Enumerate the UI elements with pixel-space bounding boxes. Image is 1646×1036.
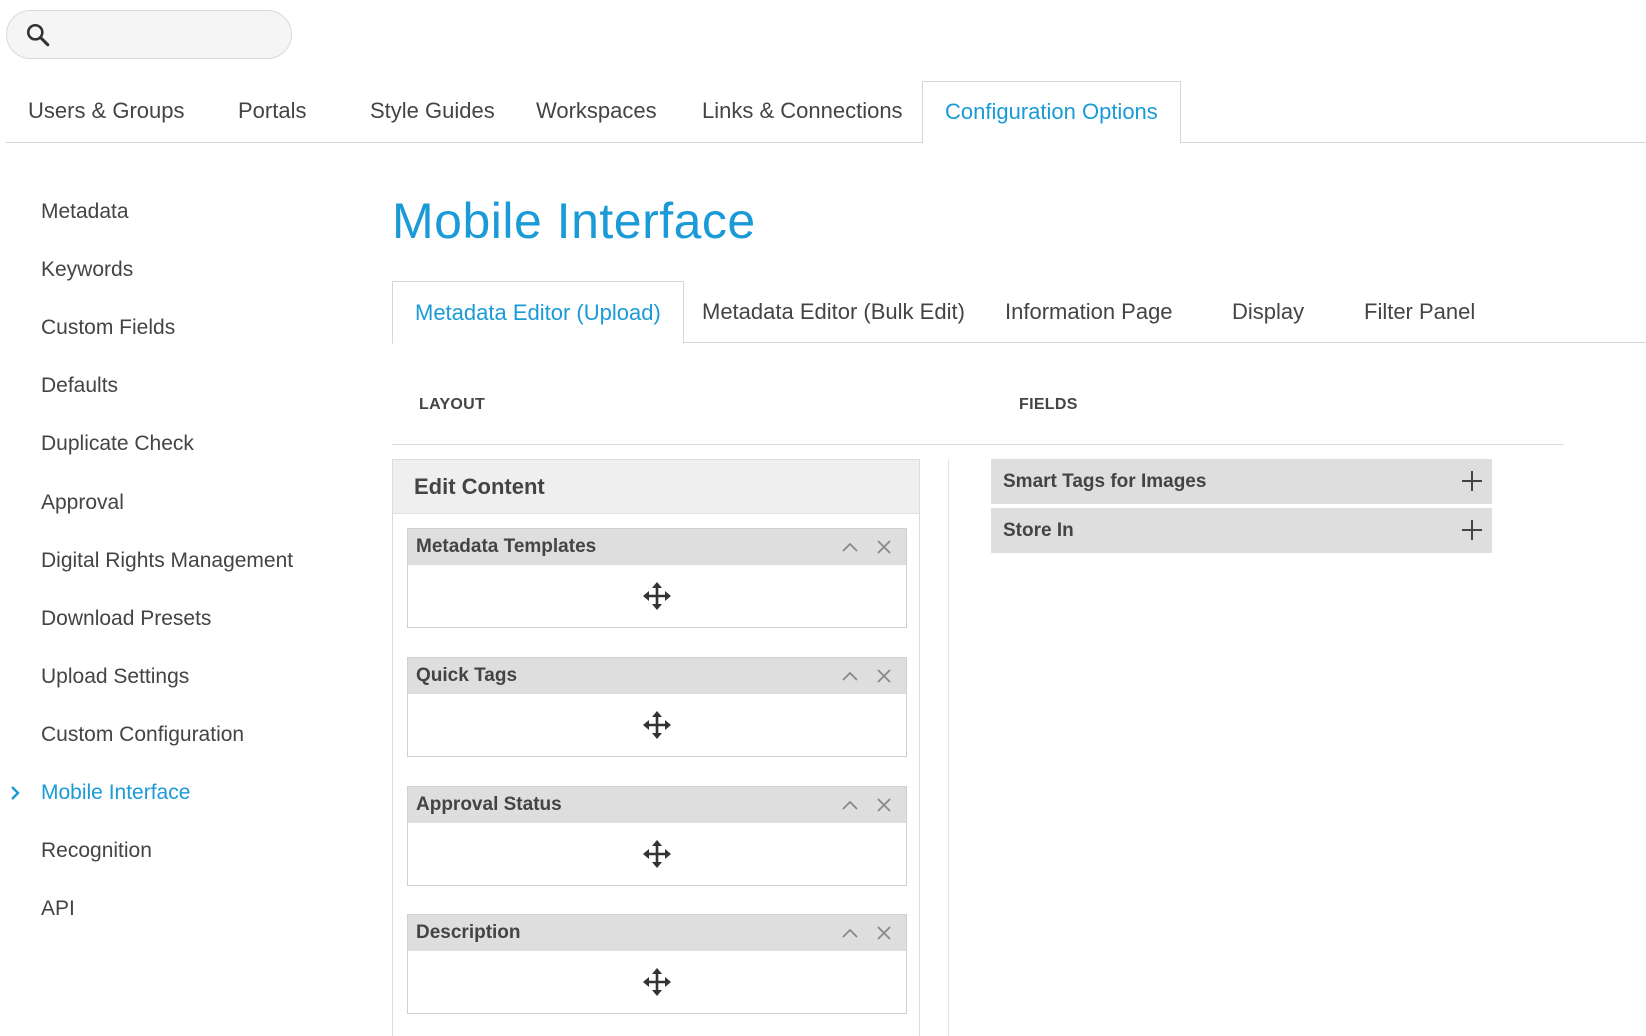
field-label: Store In xyxy=(1003,520,1074,541)
sidebar-item-keywords[interactable]: Keywords xyxy=(41,254,133,286)
chevron-up-icon[interactable] xyxy=(840,537,860,557)
layout-card[interactable]: Approval Status xyxy=(407,786,907,886)
sidebar-item-upload-settings[interactable]: Upload Settings xyxy=(41,661,189,693)
field-item-smart-tags[interactable]: Smart Tags for Images xyxy=(991,459,1492,504)
tab-workspaces[interactable]: Workspaces xyxy=(536,81,657,143)
close-icon[interactable] xyxy=(874,537,894,557)
layout-card-body xyxy=(408,823,906,885)
search-box[interactable] xyxy=(6,10,292,59)
tab-portals[interactable]: Portals xyxy=(238,81,306,143)
sub-nav: Metadata Editor (Upload) Metadata Editor… xyxy=(392,281,1646,344)
layout-card[interactable]: Quick Tags xyxy=(407,657,907,757)
layout-panel: Edit Content Metadata Templates Quick Ta… xyxy=(392,459,920,1036)
layout-card-body xyxy=(408,951,906,1013)
sidebar-item-approval[interactable]: Approval xyxy=(41,487,124,519)
layout-header: LAYOUT xyxy=(419,396,486,413)
sidebar-item-mobile-interface[interactable]: Mobile Interface xyxy=(41,777,190,809)
tab-metadata-editor-upload[interactable]: Metadata Editor (Upload) xyxy=(392,281,684,344)
plus-icon[interactable] xyxy=(1460,518,1484,542)
sidebar-item-download-presets[interactable]: Download Presets xyxy=(41,603,211,635)
layout-card-header: Approval Status xyxy=(408,787,906,823)
tab-display[interactable]: Display xyxy=(1232,281,1304,343)
plus-icon[interactable] xyxy=(1460,469,1484,493)
close-icon[interactable] xyxy=(874,666,894,686)
search-input[interactable] xyxy=(59,23,279,46)
top-nav: Users & Groups Portals Style Guides Work… xyxy=(6,81,1646,144)
layout-card-label: Metadata Templates xyxy=(416,536,597,557)
layout-card[interactable]: Metadata Templates xyxy=(407,528,907,628)
layout-card-body xyxy=(408,694,906,756)
sidebar-item-duplicate-check[interactable]: Duplicate Check xyxy=(41,428,194,460)
tab-filter-panel[interactable]: Filter Panel xyxy=(1364,281,1475,343)
layout-card-header: Quick Tags xyxy=(408,658,906,694)
field-label: Smart Tags for Images xyxy=(1003,471,1207,492)
tab-users-groups[interactable]: Users & Groups xyxy=(28,81,185,143)
tab-links-connections[interactable]: Links & Connections xyxy=(702,81,903,143)
column-divider xyxy=(948,459,949,1036)
chevron-up-icon[interactable] xyxy=(840,923,860,943)
layout-panel-title: Edit Content xyxy=(393,460,919,514)
tab-style-guides[interactable]: Style Guides xyxy=(370,81,495,143)
layout-card[interactable]: Description xyxy=(407,914,907,1014)
layout-card-header: Description xyxy=(408,915,906,951)
page-title: Mobile Interface xyxy=(392,193,756,249)
move-icon[interactable] xyxy=(642,710,672,740)
tab-configuration-options[interactable]: Configuration Options xyxy=(922,81,1181,144)
sidebar-item-recognition[interactable]: Recognition xyxy=(41,835,152,867)
header-divider xyxy=(392,444,1564,445)
sidebar-item-digital-rights-management[interactable]: Digital Rights Management xyxy=(41,545,293,577)
layout-card-header: Metadata Templates xyxy=(408,529,906,565)
sidebar-item-defaults[interactable]: Defaults xyxy=(41,370,118,402)
close-icon[interactable] xyxy=(874,923,894,943)
layout-card-label: Quick Tags xyxy=(416,665,518,686)
move-icon[interactable] xyxy=(642,581,672,611)
sidebar-item-metadata[interactable]: Metadata xyxy=(41,196,129,228)
sidebar-item-custom-fields[interactable]: Custom Fields xyxy=(41,312,175,344)
chevron-up-icon[interactable] xyxy=(840,666,860,686)
move-icon[interactable] xyxy=(642,839,672,869)
layout-card-label: Description xyxy=(416,922,521,943)
layout-card-label: Approval Status xyxy=(416,794,562,815)
move-icon[interactable] xyxy=(642,967,672,997)
fields-header: FIELDS xyxy=(1019,396,1078,413)
sidebar-item-custom-configuration[interactable]: Custom Configuration xyxy=(41,719,244,751)
chevron-right-icon xyxy=(10,777,24,809)
search-icon xyxy=(26,23,50,46)
tab-information-page[interactable]: Information Page xyxy=(1005,281,1173,343)
sidebar-item-api[interactable]: API xyxy=(41,893,75,925)
tab-metadata-editor-bulk-edit[interactable]: Metadata Editor (Bulk Edit) xyxy=(702,281,965,343)
chevron-up-icon[interactable] xyxy=(840,795,860,815)
layout-card-body xyxy=(408,565,906,627)
field-item-store-in[interactable]: Store In xyxy=(991,508,1492,553)
close-icon[interactable] xyxy=(874,795,894,815)
